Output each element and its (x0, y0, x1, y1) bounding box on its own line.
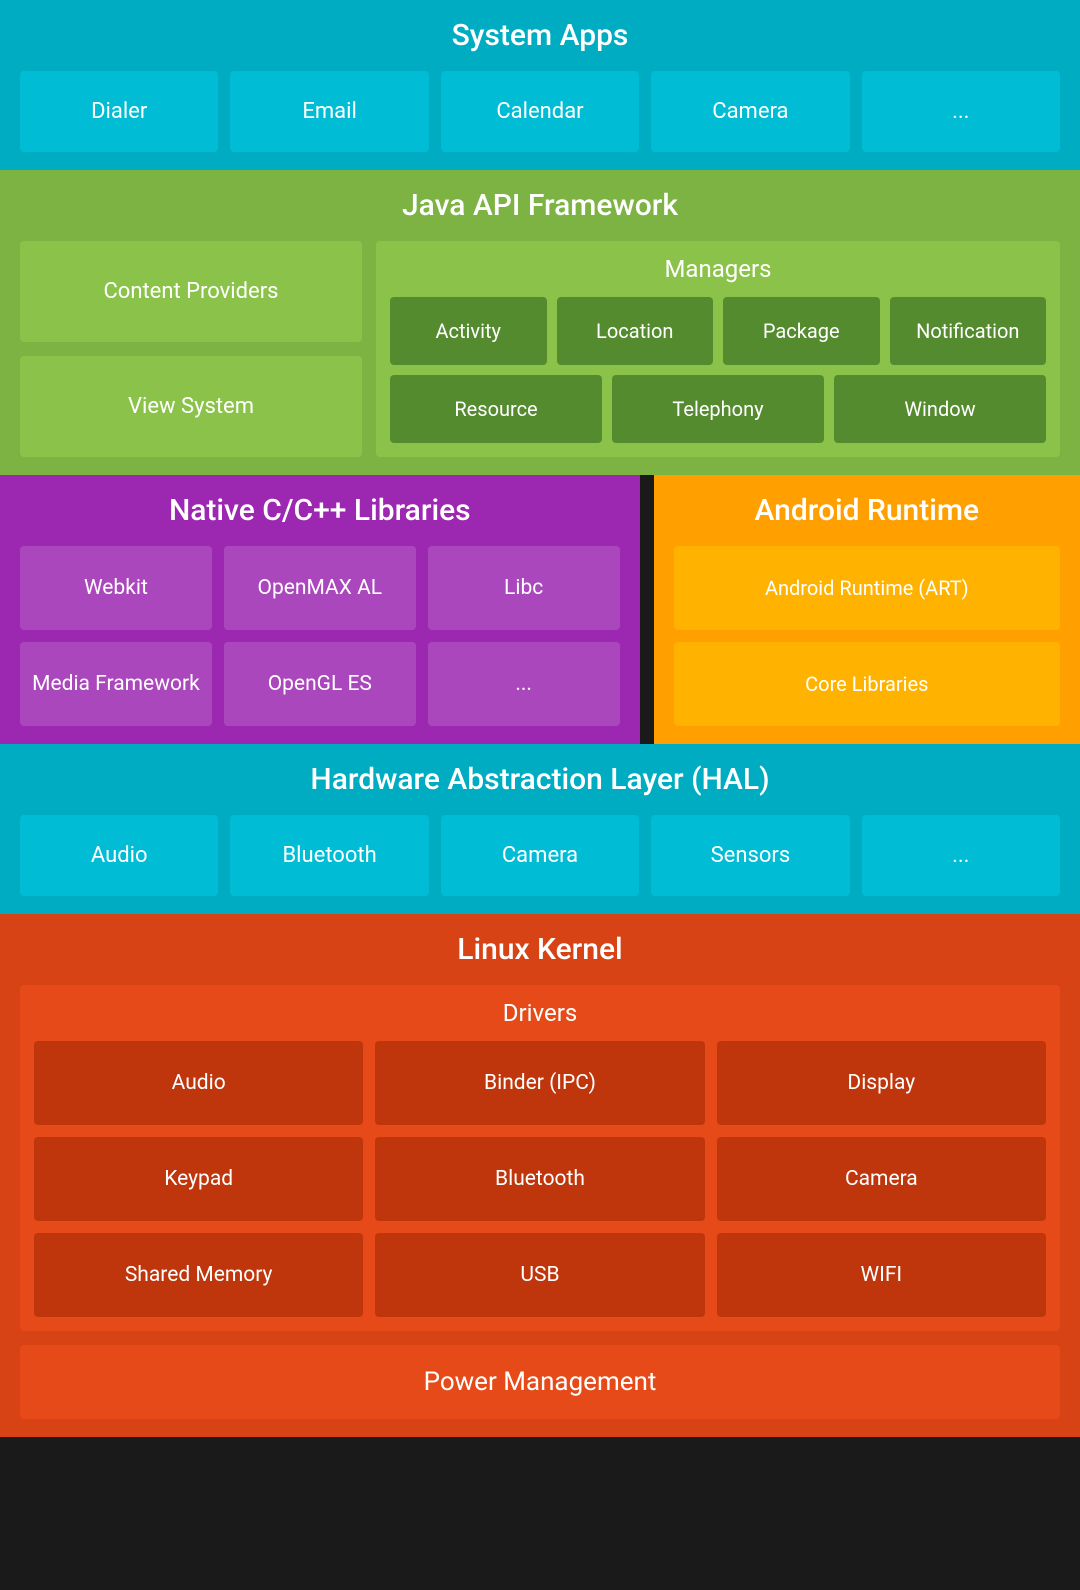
native-webkit[interactable]: Webkit (20, 546, 212, 630)
manager-notification[interactable]: Notification (890, 297, 1047, 365)
native-media-framework[interactable]: Media Framework (20, 642, 212, 726)
driver-wifi[interactable]: WIFI (717, 1233, 1046, 1317)
native-opengl[interactable]: OpenGL ES (224, 642, 416, 726)
hal-bluetooth[interactable]: Bluetooth (230, 815, 428, 896)
driver-bluetooth[interactable]: Bluetooth (375, 1137, 704, 1221)
linux-kernel-title: Linux Kernel (20, 932, 1060, 967)
app-dialer[interactable]: Dialer (20, 71, 218, 152)
android-runtime-title: Android Runtime (674, 493, 1060, 528)
system-apps-title: System Apps (20, 18, 1060, 53)
managers-title: Managers (390, 255, 1046, 283)
native-grid: Webkit OpenMAX AL Libc Media Framework O… (20, 546, 620, 726)
app-camera[interactable]: Camera (651, 71, 849, 152)
content-providers-card[interactable]: Content Providers (20, 241, 362, 342)
native-cpp-box: Native C/C++ Libraries Webkit OpenMAX AL… (0, 475, 640, 744)
native-cpp-title: Native C/C++ Libraries (20, 493, 620, 528)
manager-telephony[interactable]: Telephony (612, 375, 824, 443)
native-libc[interactable]: Libc (428, 546, 620, 630)
app-email[interactable]: Email (230, 71, 428, 152)
system-apps-layer: System Apps Dialer Email Calendar Camera… (0, 0, 1080, 170)
manager-package[interactable]: Package (723, 297, 880, 365)
native-runtime-layer: Native C/C++ Libraries Webkit OpenMAX AL… (0, 475, 1080, 744)
managers-row1: Activity Location Package Notification (390, 297, 1046, 365)
app-calendar[interactable]: Calendar (441, 71, 639, 152)
linux-kernel-layer: Linux Kernel Drivers Audio Binder (IPC) … (0, 914, 1080, 1437)
drivers-box: Drivers Audio Binder (IPC) Display Keypa… (20, 985, 1060, 1331)
view-system-card[interactable]: View System (20, 356, 362, 457)
java-api-title: Java API Framework (20, 188, 1060, 223)
java-api-layer: Java API Framework Content Providers Vie… (0, 170, 1080, 475)
hal-more[interactable]: ... (862, 815, 1060, 896)
manager-window[interactable]: Window (834, 375, 1046, 443)
driver-shared-memory[interactable]: Shared Memory (34, 1233, 363, 1317)
system-apps-grid: Dialer Email Calendar Camera ... (20, 71, 1060, 152)
android-runtime-box: Android Runtime Android Runtime (ART) Co… (654, 475, 1080, 744)
driver-audio[interactable]: Audio (34, 1041, 363, 1125)
hal-title: Hardware Abstraction Layer (HAL) (20, 762, 1060, 797)
driver-binder[interactable]: Binder (IPC) (375, 1041, 704, 1125)
manager-activity[interactable]: Activity (390, 297, 547, 365)
drivers-title: Drivers (34, 999, 1046, 1027)
hal-grid: Audio Bluetooth Camera Sensors ... (20, 815, 1060, 896)
java-api-content: Content Providers View System Managers A… (20, 241, 1060, 457)
java-api-left: Content Providers View System (20, 241, 362, 457)
manager-resource[interactable]: Resource (390, 375, 602, 443)
native-more[interactable]: ... (428, 642, 620, 726)
power-management-bar[interactable]: Power Management (20, 1345, 1060, 1419)
runtime-grid: Android Runtime (ART) Core Libraries (674, 546, 1060, 726)
runtime-core-libraries[interactable]: Core Libraries (674, 642, 1060, 726)
driver-display[interactable]: Display (717, 1041, 1046, 1125)
manager-location[interactable]: Location (557, 297, 714, 365)
runtime-art[interactable]: Android Runtime (ART) (674, 546, 1060, 630)
native-openmax[interactable]: OpenMAX AL (224, 546, 416, 630)
hal-camera[interactable]: Camera (441, 815, 639, 896)
drivers-grid: Audio Binder (IPC) Display Keypad Blueto… (34, 1041, 1046, 1317)
managers-box: Managers Activity Location Package Notif… (376, 241, 1060, 457)
driver-usb[interactable]: USB (375, 1233, 704, 1317)
hal-sensors[interactable]: Sensors (651, 815, 849, 896)
driver-keypad[interactable]: Keypad (34, 1137, 363, 1221)
hal-layer: Hardware Abstraction Layer (HAL) Audio B… (0, 744, 1080, 914)
hal-audio[interactable]: Audio (20, 815, 218, 896)
driver-camera[interactable]: Camera (717, 1137, 1046, 1221)
managers-row2: Resource Telephony Window (390, 375, 1046, 443)
app-more[interactable]: ... (862, 71, 1060, 152)
